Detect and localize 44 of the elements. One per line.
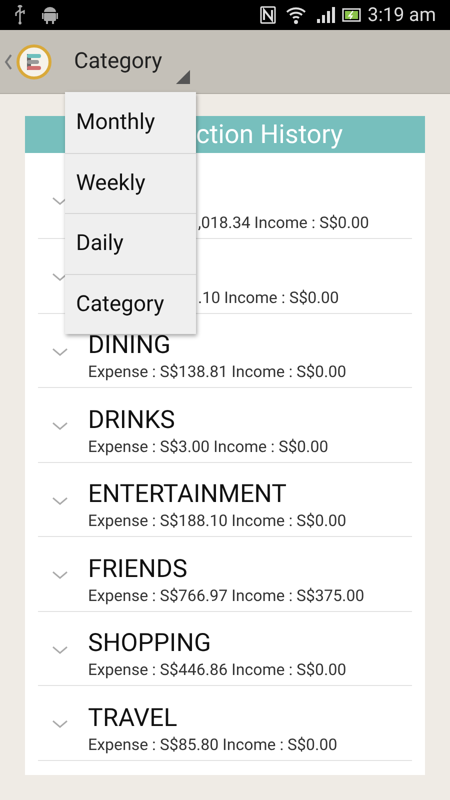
status-time: 3:19 am <box>368 2 436 28</box>
menu-item[interactable]: Weekly <box>65 152 196 213</box>
category-row[interactable]: ENTERTAINMENT Expense : S$188.10 Income : S$0.00 <box>38 462 412 537</box>
signal-icon <box>316 6 336 24</box>
category-name: FRIENDS <box>88 554 188 584</box>
home-button[interactable] <box>4 44 52 80</box>
category-name: TRAVEL <box>88 704 178 734</box>
usb-icon <box>14 5 26 25</box>
category-summary: ,018.34 Income : S$0.00 <box>198 212 369 234</box>
category-name: ENTERTAINMENT <box>88 480 288 510</box>
battery-icon <box>342 7 362 23</box>
category-row[interactable]: FRIENDS Expense : S$766.97 Income : S$375.00 <box>38 537 412 612</box>
chevron-down-icon <box>52 422 68 431</box>
nfc-icon <box>260 6 276 24</box>
chevron-down-icon <box>52 646 68 654</box>
chevron-down-icon <box>52 197 68 206</box>
category-summary: Expense : S$446.86 Income : S$0.00 <box>88 659 346 681</box>
category-name: SHOPPING <box>88 629 212 659</box>
category-summary: Expense : S$85.80 Income : S$0.00 <box>88 734 338 756</box>
category-spinner[interactable]: Category <box>74 32 192 92</box>
chevron-down-icon <box>52 273 68 282</box>
chevron-down-icon <box>52 348 68 356</box>
category-summary: .10 Income : S$0.00 <box>198 286 339 308</box>
category-name: DINING <box>88 331 172 361</box>
chevron-down-icon <box>52 720 68 729</box>
category-name: DRINKS <box>88 406 176 436</box>
category-summary: Expense : S$766.97 Income : S$375.00 <box>88 584 364 606</box>
category-row[interactable]: SHOPPING Expense : S$446.86 Income : S$0.00 <box>38 612 412 686</box>
app-logo-icon <box>16 44 52 80</box>
category-summary: Expense : S$188.10 Income : S$0.00 <box>88 510 346 532</box>
menu-item[interactable]: Monthly <box>65 92 196 152</box>
category-summary: Expense : S$3.00 Income : S$0.00 <box>88 436 328 458</box>
chevron-down-icon <box>52 571 68 580</box>
menu-item[interactable]: Category <box>65 274 196 334</box>
wifi-icon <box>286 6 306 24</box>
menu-item[interactable]: Daily <box>65 213 196 274</box>
category-summary: Expense : S$138.81 Income : S$0.00 <box>88 361 346 383</box>
chevron-down-icon <box>52 496 68 506</box>
card-title: ction History <box>196 120 343 150</box>
android-icon <box>42 5 58 25</box>
category-row[interactable]: DRINKS Expense : S$3.00 Income : S$0.00 <box>38 388 412 462</box>
category-row[interactable]: TRAVEL Expense : S$85.80 Income : S$0.00 <box>38 686 412 760</box>
back-caret-icon <box>4 54 12 70</box>
spinner-triangle-icon <box>176 70 190 84</box>
